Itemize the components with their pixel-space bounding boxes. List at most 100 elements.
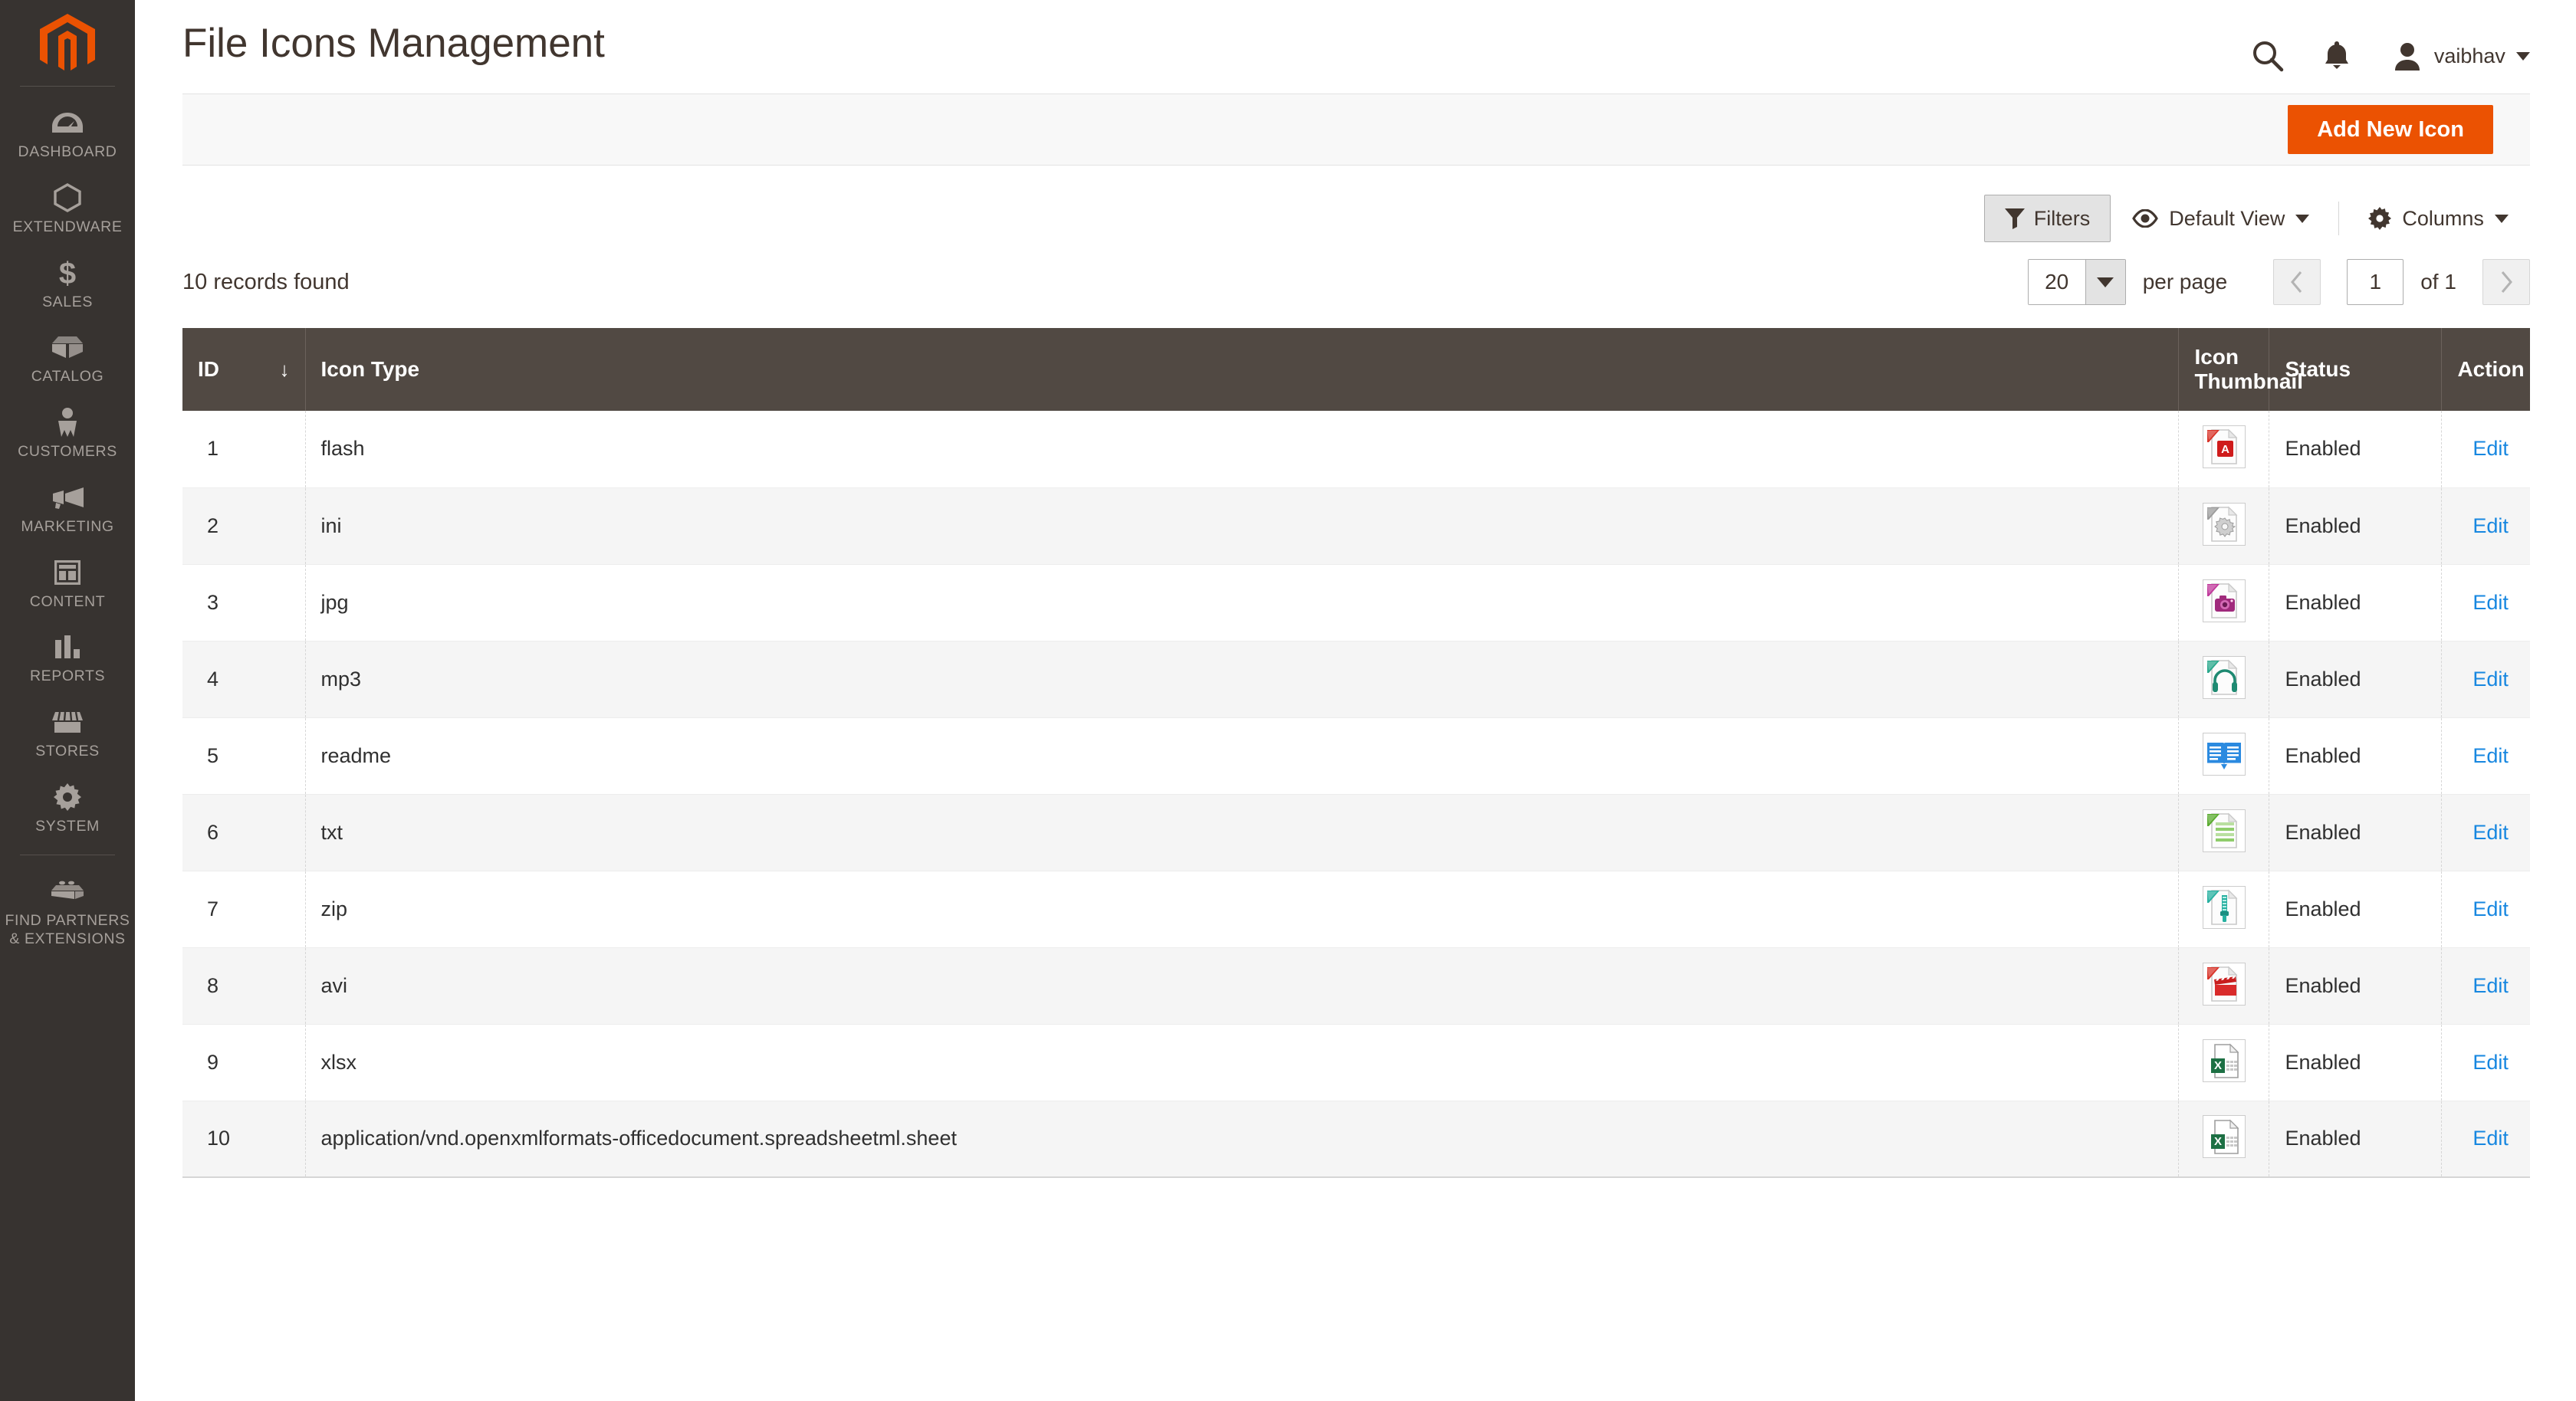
txt-lines-file-icon xyxy=(2202,809,2246,852)
zip-zipper-file-icon xyxy=(2202,885,2246,929)
sidebar-item-label: SALES xyxy=(42,293,93,310)
previous-page-button[interactable] xyxy=(2273,259,2321,305)
edit-link[interactable]: Edit xyxy=(2472,668,2509,691)
svg-text:X: X xyxy=(2214,1135,2222,1148)
edit-link[interactable]: Edit xyxy=(2472,514,2509,537)
default-view-dropdown[interactable]: Default View xyxy=(2111,195,2331,242)
search-icon[interactable] xyxy=(2247,35,2288,77)
sidebar-item-reports[interactable]: REPORTS xyxy=(0,622,135,697)
columns-dropdown[interactable]: Columns xyxy=(2347,195,2530,242)
sidebar-item-catalog[interactable]: CATALOG xyxy=(0,322,135,397)
table-row: 9 xlsx X Enabled Edit xyxy=(182,1024,2530,1101)
column-header-action: Action xyxy=(2441,328,2530,411)
chevron-down-icon xyxy=(2295,214,2310,223)
cell-id: 3 xyxy=(182,564,306,641)
sidebar-item-label: STORES xyxy=(35,743,100,760)
edit-link[interactable]: Edit xyxy=(2472,591,2509,614)
total-pages-label: of 1 xyxy=(2420,270,2456,294)
dollar-sign-icon: $ xyxy=(50,258,85,288)
table-row: 2 ini Enabled Edit xyxy=(182,487,2530,565)
admin-app: DASHBOARD EXTENDWARE $ SALES CATALOG CUS… xyxy=(0,0,2576,1401)
edit-link[interactable]: Edit xyxy=(2472,437,2509,460)
cell-action: Edit xyxy=(2441,794,2530,871)
cell-icon-thumbnail xyxy=(2178,871,2270,948)
edit-link[interactable]: Edit xyxy=(2472,897,2509,920)
cell-action: Edit xyxy=(2441,641,2530,718)
per-page-label: per page xyxy=(2142,270,2228,294)
sidebar-item-label: REPORTS xyxy=(29,668,106,685)
edit-link[interactable]: Edit xyxy=(2472,1127,2509,1150)
grid-meta-bar: 10 records found 20 per page 1 of 1 xyxy=(182,259,2530,305)
cell-status: Enabled xyxy=(2269,794,2443,871)
cell-status: Enabled xyxy=(2269,564,2443,641)
page-actions-bar: Add New Icon xyxy=(182,94,2530,166)
table-row: 5 readme Enabled Edit xyxy=(182,717,2530,795)
cell-action: Edit xyxy=(2441,947,2530,1025)
magento-logo-icon[interactable] xyxy=(29,11,106,78)
table-row: 7 zip Enabled Edit xyxy=(182,871,2530,948)
cell-icon-type: mp3 xyxy=(305,641,2180,718)
megaphone-icon xyxy=(50,482,85,513)
eye-icon xyxy=(2132,209,2159,228)
add-new-icon-button[interactable]: Add New Icon xyxy=(2288,105,2493,154)
cell-status: Enabled xyxy=(2269,947,2443,1025)
dashboard-gauge-icon xyxy=(50,107,85,138)
edit-link[interactable]: Edit xyxy=(2472,744,2509,767)
cell-icon-thumbnail xyxy=(2178,487,2270,565)
cell-action: Edit xyxy=(2441,564,2530,641)
page-title: File Icons Management xyxy=(182,21,605,66)
cell-icon-type: application/vnd.openxmlformats-officedoc… xyxy=(305,1101,2180,1178)
current-page-input[interactable]: 1 xyxy=(2347,259,2404,305)
main-content: File Icons Management vaibhav Add New Ic… xyxy=(135,0,2576,1401)
column-header-status[interactable]: Status xyxy=(2269,328,2443,411)
cell-icon-type: zip xyxy=(305,871,2180,948)
column-header-icon-thumbnail[interactable]: Icon Thumbnail xyxy=(2178,328,2303,411)
cell-id: 2 xyxy=(182,487,306,565)
storefront-icon xyxy=(50,707,85,737)
caret-down-icon xyxy=(2085,260,2125,304)
sort-descending-icon: ↓ xyxy=(279,357,290,381)
column-header-id-label: ID xyxy=(198,357,219,381)
cell-icon-type: flash xyxy=(305,411,2180,488)
sidebar-item-label: CATALOG xyxy=(31,368,104,386)
sidebar-item-label: DASHBOARD xyxy=(18,143,117,160)
edit-link[interactable]: Edit xyxy=(2472,1051,2509,1074)
cell-icon-type: readme xyxy=(305,717,2180,795)
cell-icon-type: avi xyxy=(305,947,2180,1025)
column-header-icon-type[interactable]: Icon Type xyxy=(305,328,2180,411)
filters-button[interactable]: Filters xyxy=(1983,195,2111,242)
sidebar-item-stores[interactable]: STORES xyxy=(0,697,135,772)
user-menu[interactable]: vaibhav xyxy=(2391,40,2530,72)
cell-status: Enabled xyxy=(2269,717,2443,795)
filters-label: Filters xyxy=(2033,206,2091,230)
cell-action: Edit xyxy=(2441,411,2530,488)
sidebar-item-find-partners-extensions[interactable]: FIND PARTNERS & EXTENSIONS xyxy=(0,866,135,960)
readme-book-icon xyxy=(2202,732,2246,776)
cell-icon-thumbnail xyxy=(2178,947,2270,1025)
sidebar-item-content[interactable]: CONTENT xyxy=(0,547,135,622)
cell-action: Edit xyxy=(2441,871,2530,948)
sidebar-item-label: MARKETING xyxy=(21,517,114,535)
bell-icon[interactable] xyxy=(2316,35,2358,77)
gear-icon xyxy=(2368,207,2392,230)
sidebar-item-sales[interactable]: $ SALES xyxy=(0,248,135,323)
table-row: 8 avi Enabled Edit xyxy=(182,947,2530,1025)
layout-page-icon xyxy=(50,557,85,588)
cell-action: Edit xyxy=(2441,487,2530,565)
cell-status: Enabled xyxy=(2269,487,2443,565)
column-header-id[interactable]: ID ↓ xyxy=(182,328,306,411)
edit-link[interactable]: Edit xyxy=(2472,821,2509,844)
grid-toolbar: Filters Default View Columns xyxy=(182,195,2530,242)
per-page-select[interactable]: 20 xyxy=(2027,259,2126,305)
sidebar-item-marketing[interactable]: MARKETING xyxy=(0,472,135,547)
sidebar-item-system[interactable]: SYSTEM xyxy=(0,772,135,847)
sidebar-item-customers[interactable]: CUSTOMERS xyxy=(0,397,135,472)
sidebar-item-label: SYSTEM xyxy=(35,818,100,835)
sidebar-item-dashboard[interactable]: DASHBOARD xyxy=(0,97,135,172)
next-page-button[interactable] xyxy=(2482,259,2530,305)
sidebar-item-extendware[interactable]: EXTENDWARE xyxy=(0,172,135,248)
cell-id: 1 xyxy=(182,411,306,488)
per-page-value: 20 xyxy=(2028,260,2085,304)
edit-link[interactable]: Edit xyxy=(2472,974,2509,997)
table-row: 4 mp3 Enabled Edit xyxy=(182,641,2530,718)
